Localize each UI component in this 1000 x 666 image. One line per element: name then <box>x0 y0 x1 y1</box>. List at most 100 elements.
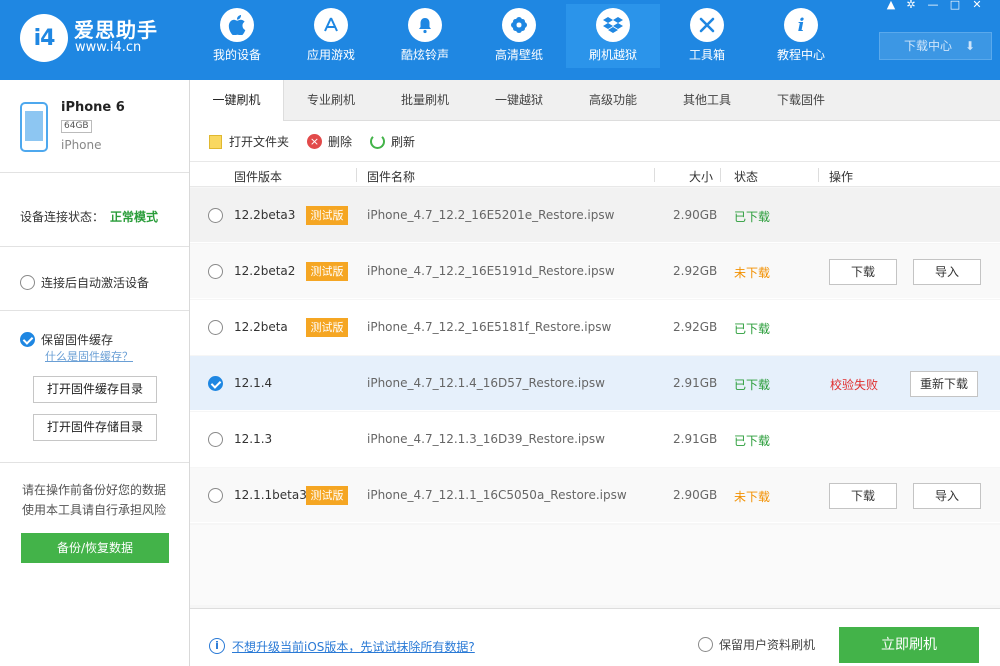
nav-tutorials[interactable]: i 教程中心 <box>754 4 848 68</box>
info-icon: i <box>784 8 818 42</box>
download-button[interactable]: 下载 <box>829 259 897 285</box>
iphone-icon <box>20 102 48 152</box>
col-status: 状态 <box>734 170 759 184</box>
connection-status-label: 设备连接状态： <box>20 210 105 224</box>
download-status: 已下载 <box>734 378 771 392</box>
col-size: 大小 <box>689 170 714 184</box>
auto-activate-radio[interactable] <box>20 275 35 290</box>
tab-download-firmware[interactable]: 下载固件 <box>754 80 848 121</box>
table-row[interactable]: 12.1.1beta3 测试版 iPhone_4.7_12.1.1_16C505… <box>190 468 1000 523</box>
delete-icon: × <box>307 134 322 149</box>
firmware-version: 12.1.3 <box>234 432 273 446</box>
device-card: iPhone 6 64GB iPhone <box>0 80 189 173</box>
download-button[interactable]: 下载 <box>829 483 897 509</box>
table-row[interactable]: 12.1.3 iPhone_4.7_12.1.3_16D39_Restore.i… <box>190 412 1000 467</box>
firmware-name: iPhone_4.7_12.1.1_16C5050a_Restore.ipsw <box>367 488 627 502</box>
backup-restore-button[interactable]: 备份/恢复数据 <box>21 533 169 563</box>
firmware-version: 12.1.1beta3 <box>234 488 307 502</box>
warning-line: 使用本工具请自行承担风险 <box>22 503 167 517</box>
warning-line: 请在操作前备份好您的数据 <box>22 483 167 497</box>
refresh-button[interactable]: 刷新 <box>370 133 415 150</box>
beta-badge: 测试版 <box>306 262 348 281</box>
table-empty-area <box>190 525 1000 605</box>
tools-icon <box>690 8 724 42</box>
brand-name: 爱思助手 <box>74 18 158 42</box>
device-name: iPhone 6 <box>61 100 125 115</box>
connection-status-value: 正常模式 <box>110 210 159 224</box>
keep-cache-option[interactable]: 保留固件缓存 <box>20 331 113 348</box>
table-row[interactable]: 12.2beta3 测试版 iPhone_4.7_12.2_16E5201e_R… <box>190 188 1000 243</box>
nav-label: 刷机越狱 <box>588 48 637 62</box>
firmware-name: iPhone_4.7_12.2_16E5191d_Restore.ipsw <box>367 264 615 278</box>
tab-pro-flash[interactable]: 专业刷机 <box>284 80 378 121</box>
keep-user-data-radio[interactable] <box>698 637 713 652</box>
firmware-size: 2.90GB <box>673 208 718 222</box>
keep-cache-label: 保留固件缓存 <box>41 333 114 347</box>
open-folder-button[interactable]: 打开文件夹 <box>209 133 289 150</box>
appstore-icon <box>314 8 348 42</box>
verify-failed-text: 校验失败 <box>830 378 879 392</box>
firmware-version: 12.2beta2 <box>234 264 296 278</box>
tab-one-click-flash[interactable]: 一键刷机 <box>190 80 284 122</box>
firmware-name: iPhone_4.7_12.2_16E5181f_Restore.ipsw <box>367 320 612 334</box>
keep-cache-check[interactable] <box>20 332 35 347</box>
refresh-label: 刷新 <box>391 135 416 149</box>
nav-apps-games[interactable]: 应用游戏 <box>284 4 378 68</box>
maximize-icon[interactable]: □ <box>948 0 962 12</box>
redownload-button[interactable]: 重新下载 <box>910 371 978 397</box>
sidebar: iPhone 6 64GB iPhone 设备连接状态： 正常模式 连接后自动激活… <box>0 80 190 666</box>
table-header: 固件版本 固件名称 大小 状态 操作 <box>190 161 1000 187</box>
nav-label: 教程中心 <box>776 48 825 62</box>
tab-advanced[interactable]: 高级功能 <box>566 80 660 121</box>
tab-bar: 一键刷机 专业刷机 批量刷机 一键越狱 高级功能 其他工具 下载固件 <box>190 80 1000 122</box>
table-row-selected[interactable]: 12.1.4 iPhone_4.7_12.1.4_16D57_Restore.i… <box>190 356 1000 411</box>
settings-gear-icon[interactable]: ✲ <box>904 0 918 12</box>
nav-flash-jailbreak[interactable]: 刷机越狱 <box>566 4 660 68</box>
nav-label: 高清壁纸 <box>494 48 543 62</box>
nav-my-device[interactable]: 我的设备 <box>190 4 284 68</box>
flash-now-button[interactable]: 立即刷机 <box>839 627 979 663</box>
open-storage-dir-button[interactable]: 打开固件存储目录 <box>33 414 157 441</box>
auto-activate-option[interactable]: 连接后自动激活设备 <box>20 274 149 291</box>
import-button[interactable]: 导入 <box>913 259 981 285</box>
download-status: 未下载 <box>734 266 771 280</box>
firmware-size: 2.92GB <box>673 320 718 334</box>
shirt-skin-icon[interactable]: ▲ <box>884 0 898 12</box>
keep-user-data-option[interactable]: 保留用户资料刷机 <box>698 636 815 653</box>
row-select-radio[interactable] <box>208 488 223 503</box>
nav-label: 酷炫铃声 <box>400 48 449 62</box>
nav-wallpapers[interactable]: 高清壁纸 <box>472 4 566 68</box>
download-center-button[interactable]: 下载中心 ⬇ <box>879 32 992 60</box>
minimize-icon[interactable]: — <box>926 0 940 12</box>
nav-label: 我的设备 <box>212 48 261 62</box>
tab-other-tools[interactable]: 其他工具 <box>660 80 754 121</box>
nav-ringtones[interactable]: 酷炫铃声 <box>378 4 472 68</box>
row-select-radio[interactable] <box>208 376 223 391</box>
firmware-size: 2.91GB <box>673 376 718 390</box>
firmware-name: iPhone_4.7_12.1.4_16D57_Restore.ipsw <box>367 376 605 390</box>
download-status: 未下载 <box>734 490 771 504</box>
row-select-radio[interactable] <box>208 208 223 223</box>
beta-badge: 测试版 <box>306 486 348 505</box>
download-status: 已下载 <box>734 322 771 336</box>
import-button[interactable]: 导入 <box>913 483 981 509</box>
bell-icon <box>408 8 442 42</box>
device-type: iPhone <box>61 138 102 152</box>
table-row[interactable]: 12.2beta 测试版 iPhone_4.7_12.2_16E5181f_Re… <box>190 300 1000 355</box>
firmware-size: 2.90GB <box>673 488 718 502</box>
table-row[interactable]: 12.2beta2 测试版 iPhone_4.7_12.2_16E5191d_R… <box>190 244 1000 299</box>
row-select-radio[interactable] <box>208 320 223 335</box>
row-select-radio[interactable] <box>208 432 223 447</box>
tab-batch-flash[interactable]: 批量刷机 <box>378 80 472 121</box>
nav-toolbox[interactable]: 工具箱 <box>660 4 754 68</box>
firmware-size: 2.91GB <box>673 432 718 446</box>
dropbox-icon <box>596 8 630 42</box>
delete-button[interactable]: × 删除 <box>307 133 352 150</box>
tab-jailbreak[interactable]: 一键越狱 <box>472 80 566 121</box>
what-is-cache-link[interactable]: 什么是固件缓存？ <box>45 348 133 364</box>
erase-data-link[interactable]: 不想升级当前iOS版本，先试试抹除所有数据? <box>232 638 475 655</box>
row-select-radio[interactable] <box>208 264 223 279</box>
firmware-size: 2.92GB <box>673 264 718 278</box>
close-icon[interactable]: ✕ <box>970 0 984 12</box>
open-cache-dir-button[interactable]: 打开固件缓存目录 <box>33 376 157 403</box>
